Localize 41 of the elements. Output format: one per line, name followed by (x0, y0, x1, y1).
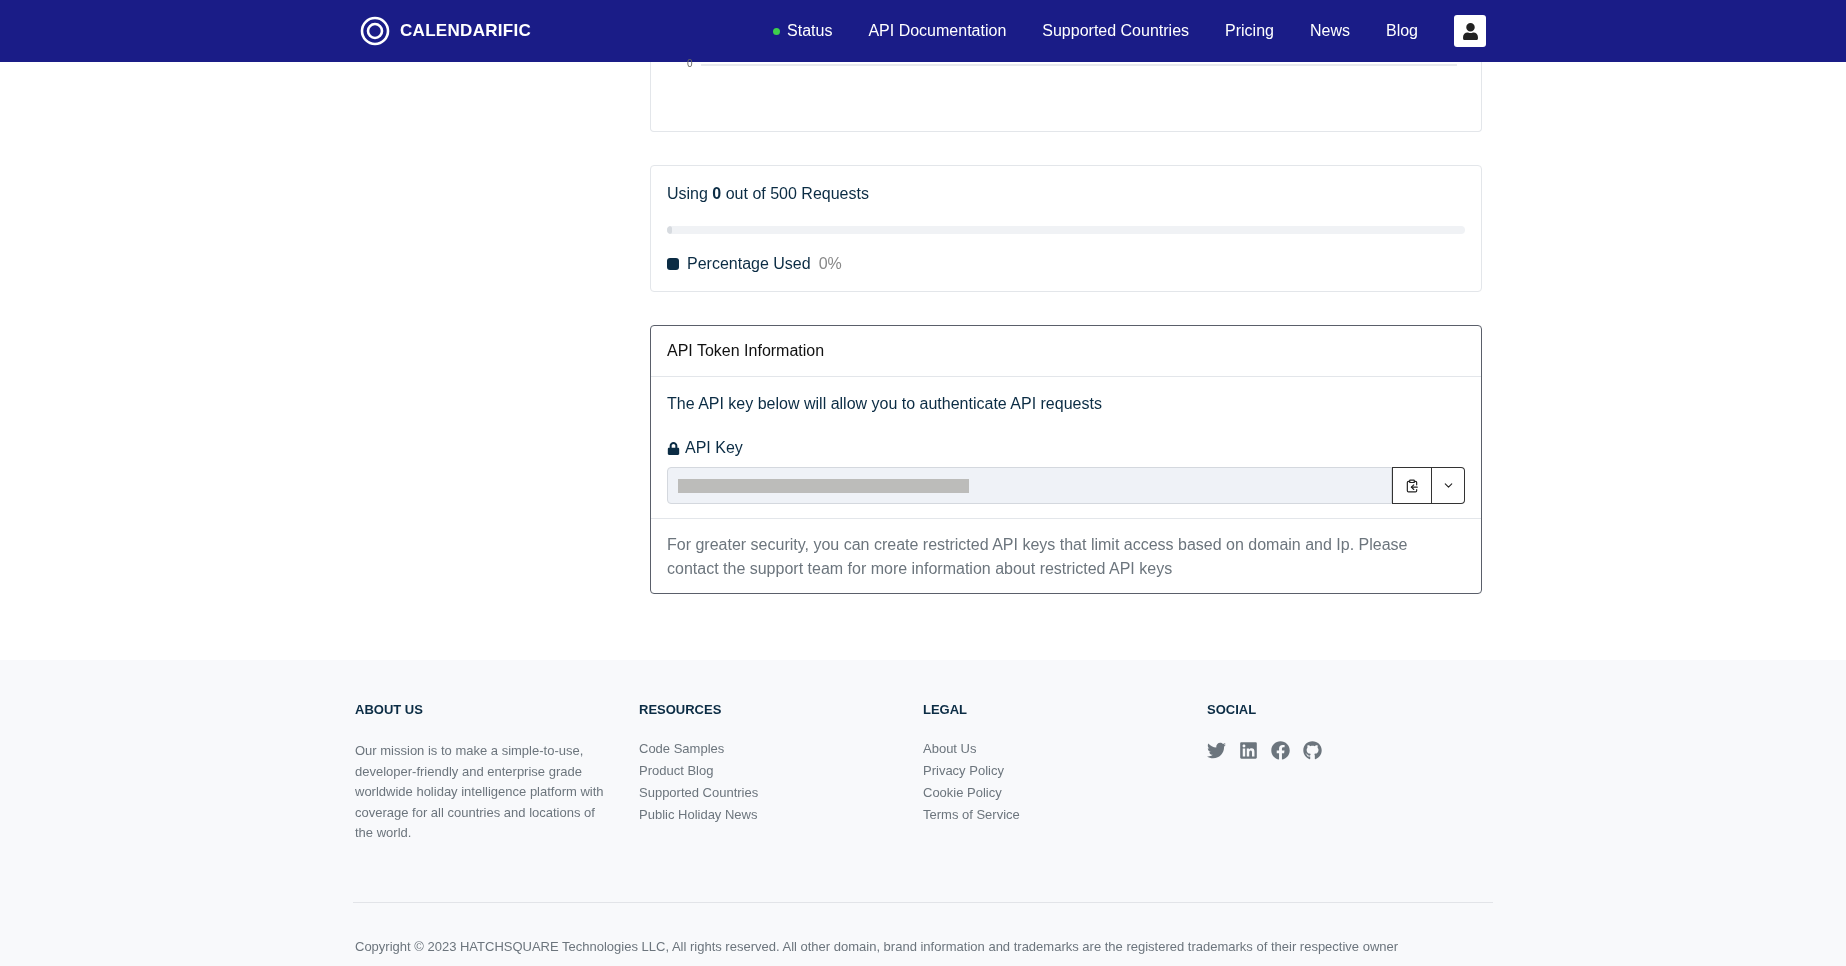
footer-link[interactable]: Code Samples (639, 741, 923, 756)
logo-icon (360, 16, 390, 46)
footer-link[interactable]: Privacy Policy (923, 763, 1207, 778)
footer-link[interactable]: Terms of Service (923, 807, 1207, 822)
footer-heading: SOCIAL (1207, 702, 1258, 717)
lock-icon (667, 441, 680, 455)
footer-link[interactable]: Public Holiday News (639, 807, 923, 822)
api-key-field[interactable] (667, 467, 1392, 504)
field-label: API Key (685, 439, 743, 457)
logo-text: CALENDARIFIC (400, 21, 532, 41)
footer-heading: RESOURCES (639, 702, 723, 717)
account-button[interactable] (1454, 15, 1486, 47)
nav-link[interactable]: API Documentation (868, 22, 1007, 40)
usage-text: Using 0 out of 500 Requests (667, 185, 870, 203)
card-title: API Token Information (651, 326, 1481, 377)
axis-label: 0 (687, 58, 693, 69)
mission-text: Our mission is to make a simple-to-use, developer-friendly and enterprise grade worldwide holiday intelligence platform with coverage for all countries and locations of the world. (355, 742, 605, 842)
linkedin-icon[interactable] (1239, 741, 1258, 760)
footer-heading: ABOUT US (355, 702, 424, 717)
security-note: For greater security, you can create restricted API keys that limit access based on domain and Ip. Please contact the support team for more information about restricted API keys (666, 535, 1409, 579)
twitter-icon[interactable] (1207, 741, 1226, 760)
footer-link[interactable]: About Us (923, 741, 1207, 756)
legend-label: Percentage Used (687, 255, 811, 273)
footer-link[interactable]: Product Blog (639, 763, 923, 778)
legend-value: 0% (818, 255, 842, 273)
copyright-text: Copyright © 2023 HATCHSQUARE Technologies LLC, All rights reserved. All other domain, brand information and trademarks are the registered trademarks of their respective owner (355, 939, 1400, 954)
github-icon[interactable] (1303, 741, 1322, 760)
description-text: The API key below will allow you to authenticate API requests (667, 395, 1103, 413)
nav-link[interactable]: Blog (1385, 22, 1418, 40)
nav-link[interactable]: Pricing (1225, 22, 1274, 40)
footer-link[interactable]: Cookie Policy (923, 785, 1207, 800)
footer-heading: LEGAL (923, 702, 969, 717)
facebook-icon[interactable] (1271, 741, 1290, 760)
clipboard-icon (1405, 478, 1419, 493)
user-icon (1461, 22, 1479, 40)
footer-link[interactable]: Supported Countries (639, 785, 923, 800)
nav-link[interactable]: Status (773, 22, 833, 40)
copy-button[interactable] (1392, 467, 1432, 504)
nav-link[interactable]: Supported Countries (1042, 22, 1190, 40)
dropdown-button[interactable] (1432, 467, 1465, 504)
nav-link[interactable]: News (1309, 22, 1350, 40)
